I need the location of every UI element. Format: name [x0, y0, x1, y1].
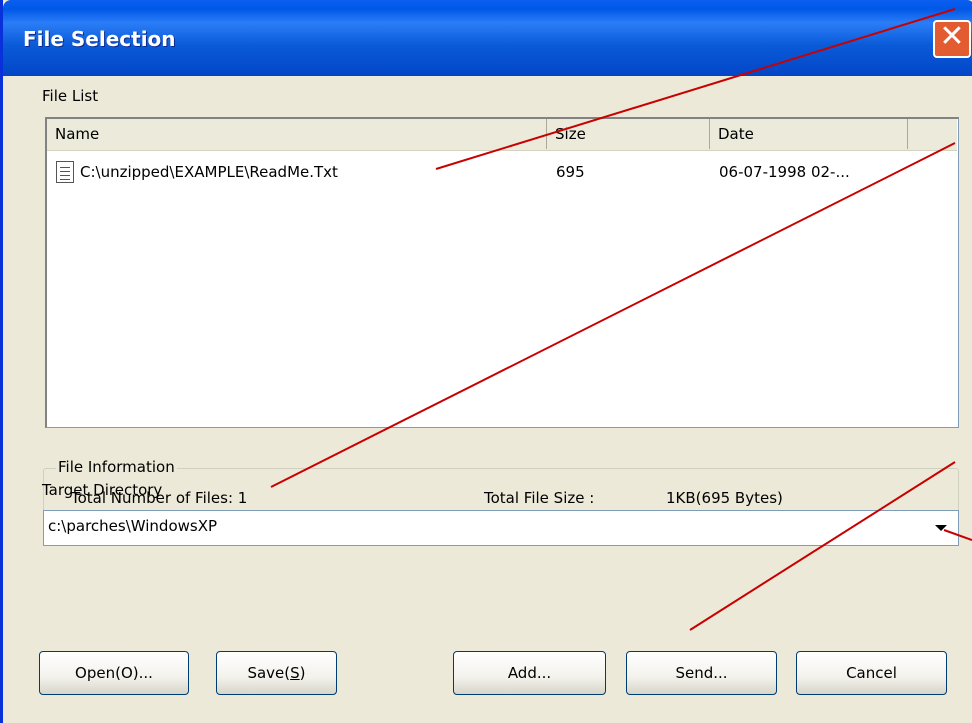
file-information-label: File Information: [56, 458, 177, 476]
send-button[interactable]: Send...: [626, 651, 777, 695]
save-accelerator-key: S: [290, 664, 300, 682]
file-size-cell: 695: [556, 163, 585, 181]
file-selection-dialog: File Selection ✕ File List Name Size Dat…: [0, 0, 972, 723]
column-header-size[interactable]: Size: [547, 119, 710, 149]
text-file-icon: [56, 161, 74, 183]
table-row[interactable]: C:\unzipped\EXAMPLE\ReadMe.Txt 695 06-07…: [47, 157, 957, 187]
title-bar[interactable]: File Selection ✕: [3, 0, 972, 76]
close-button[interactable]: ✕: [933, 19, 971, 58]
dialog-title: File Selection: [23, 27, 176, 51]
add-button[interactable]: Add...: [453, 651, 606, 695]
save-label-suffix: ): [299, 664, 306, 682]
target-directory-input[interactable]: c:\parches\WindowsXP: [48, 517, 217, 535]
column-header-filler: [908, 119, 957, 149]
open-button[interactable]: Open(O)...: [39, 651, 189, 695]
total-size-value: 1KB(695 Bytes): [666, 489, 783, 507]
chevron-down-icon: [935, 525, 947, 531]
column-header-date[interactable]: Date: [710, 119, 908, 149]
target-directory-dropdown-button[interactable]: [925, 511, 957, 545]
save-label-prefix: Save(: [247, 664, 291, 682]
file-name-cell: C:\unzipped\EXAMPLE\ReadMe.Txt: [80, 163, 338, 181]
close-icon: ✕: [939, 19, 965, 54]
total-size-label: Total File Size :: [484, 489, 595, 507]
column-header-name[interactable]: Name: [47, 119, 547, 149]
save-button[interactable]: Save(S): [216, 651, 337, 695]
target-directory-label: Target Directory: [42, 481, 163, 499]
cancel-button[interactable]: Cancel: [796, 651, 947, 695]
file-list-label: File List: [42, 87, 99, 105]
list-header: Name Size Date: [47, 119, 957, 151]
file-date-cell: 06-07-1998 02-...: [719, 163, 850, 181]
target-directory-combobox[interactable]: c:\parches\WindowsXP: [43, 510, 959, 546]
file-list-view[interactable]: Name Size Date C:\unzipped\EXAMPLE\ReadM…: [45, 117, 959, 428]
